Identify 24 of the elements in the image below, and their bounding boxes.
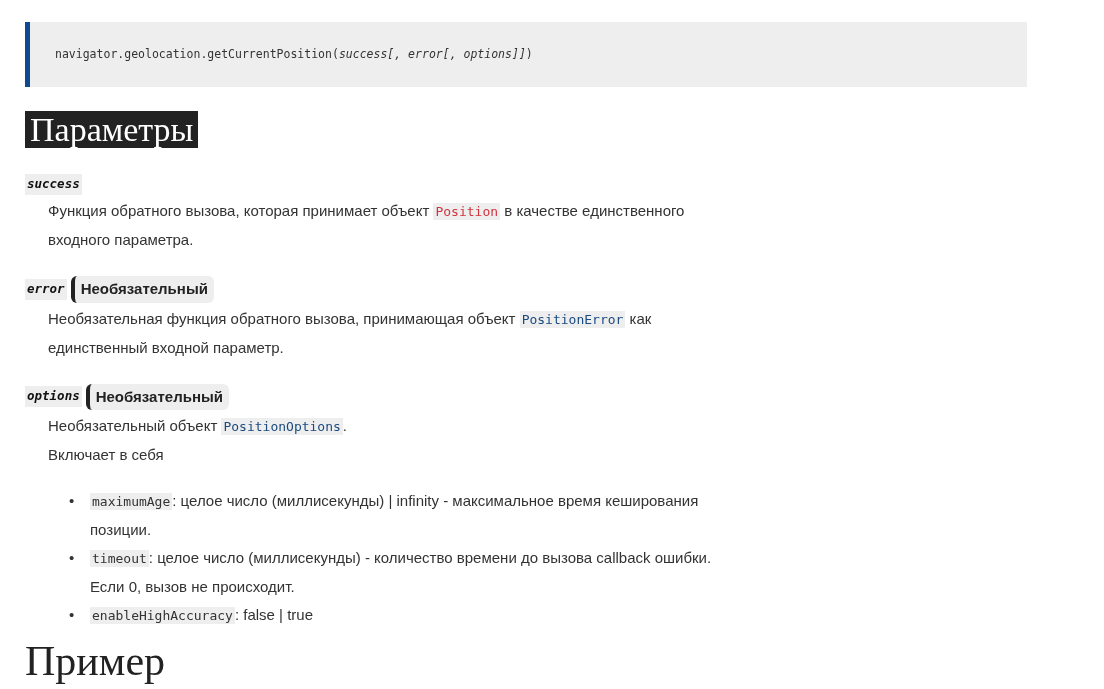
description: Функция обратного вызова, которая принимает объект Position в качестве единственного входного параметра.: [48, 201, 686, 250]
optional-tag: Необязательный: [85, 383, 229, 410]
list-item: enableHighAccuracy: false | true: [90, 605, 314, 626]
inline-code: timeout: [90, 550, 149, 567]
description: Необязательный объект PositionOptions.: [48, 416, 348, 437]
description: Включает в себя: [48, 445, 165, 465]
section-heading: Пример: [25, 638, 167, 684]
bullet: •: [69, 548, 76, 568]
code-link[interactable]: Position: [433, 203, 501, 220]
bullet: •: [69, 491, 76, 511]
code-block: navigator.geolocation.getCurrentPosition(success[, error[, options]]): [25, 22, 1027, 88]
list-item: timeout: целое число (миллисекунды) - количество времени до вызова callback ошибки. Если 0, вызов не происходит.: [90, 548, 713, 597]
parameter-name: success: [25, 174, 82, 195]
list-item: maximumAge: целое число (миллисекунды) | infinity - максимальное время кеширования позиции.: [90, 491, 700, 540]
section-heading: Параметры: [25, 111, 199, 149]
description: Необязательная функция обратного вызова, принимающая объект PositionError как единственный входной параметр.: [48, 308, 653, 358]
inline-code: enableHighAccuracy: [90, 607, 235, 624]
bullet: •: [69, 605, 76, 625]
code-link[interactable]: PositionError: [519, 310, 626, 328]
code-link[interactable]: PositionOptions: [221, 418, 343, 435]
parameter-name: options: [25, 386, 82, 408]
inline-code: maximumAge: [90, 493, 173, 510]
optional-tag: Необязательный: [70, 276, 214, 303]
parameter-name: error: [25, 278, 67, 300]
